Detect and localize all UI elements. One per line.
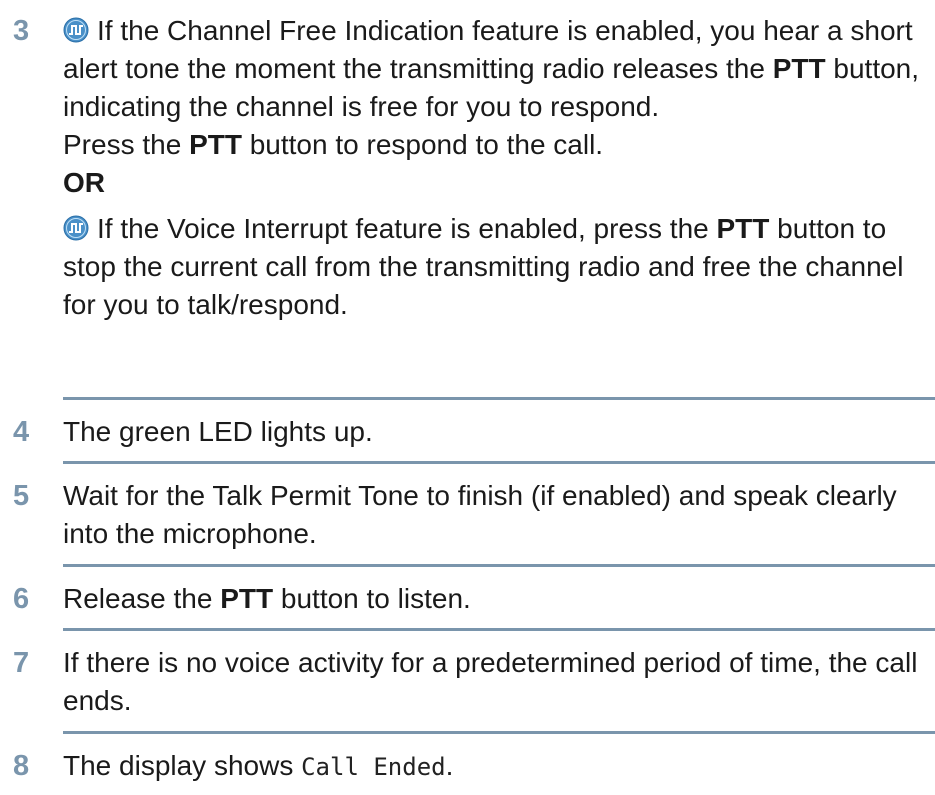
step-text: The green LED lights up. <box>63 416 373 447</box>
manual-page: 3 If the Channel Free Indication feature… <box>0 0 935 795</box>
step-text: Press the <box>63 129 190 160</box>
ptt-label: PTT <box>772 53 826 84</box>
step-paragraph: Release the PTT button to listen. <box>63 580 923 618</box>
step-number: 5 <box>13 480 30 512</box>
step-text: button to respond to the call. <box>241 129 604 160</box>
step-body: The green LED lights up. <box>63 413 923 451</box>
step-paragraph: If the Channel Free Indication feature i… <box>63 12 923 126</box>
step-paragraph: If the Voice Interrupt feature is enable… <box>63 210 923 324</box>
step-divider <box>63 564 935 567</box>
step-divider <box>63 628 935 631</box>
step-text: If the Voice Interrupt feature is enable… <box>97 213 717 244</box>
feature-wave-icon <box>63 17 89 43</box>
step-number: 4 <box>13 416 30 448</box>
display-text: Call Ended <box>301 753 446 781</box>
step-body: If the Channel Free Indication feature i… <box>63 12 923 324</box>
step-paragraph: The display shows Call Ended. <box>63 747 923 786</box>
step-number: 6 <box>13 583 30 615</box>
ptt-label: PTT <box>220 583 274 614</box>
step-divider <box>63 461 935 464</box>
step-body: Wait for the Talk Permit Tone to finish … <box>63 477 923 553</box>
step-text: If there is no voice activity for a pred… <box>63 647 918 716</box>
step-paragraph: Press the PTT button to respond to the c… <box>63 126 923 164</box>
step-number: 3 <box>13 15 30 47</box>
step-text: Wait for the Talk Permit Tone to finish … <box>63 480 897 549</box>
feature-wave-icon <box>63 215 89 241</box>
or-label: OR <box>63 167 105 198</box>
ptt-label: PTT <box>189 129 242 160</box>
step-text: button to listen. <box>273 583 471 614</box>
step-body: If there is no voice activity for a pred… <box>63 644 923 720</box>
step-number: 8 <box>13 750 30 782</box>
step-divider <box>63 397 935 400</box>
step-text: . <box>445 750 454 781</box>
step-text: Release the <box>63 583 221 614</box>
step-body: Release the PTT button to listen. <box>63 580 923 618</box>
step-text: The display shows <box>63 750 302 781</box>
step-body: The display shows Call Ended. <box>63 747 923 786</box>
step-divider <box>63 731 935 734</box>
step-number: 7 <box>13 647 30 679</box>
ptt-label: PTT <box>716 213 770 244</box>
